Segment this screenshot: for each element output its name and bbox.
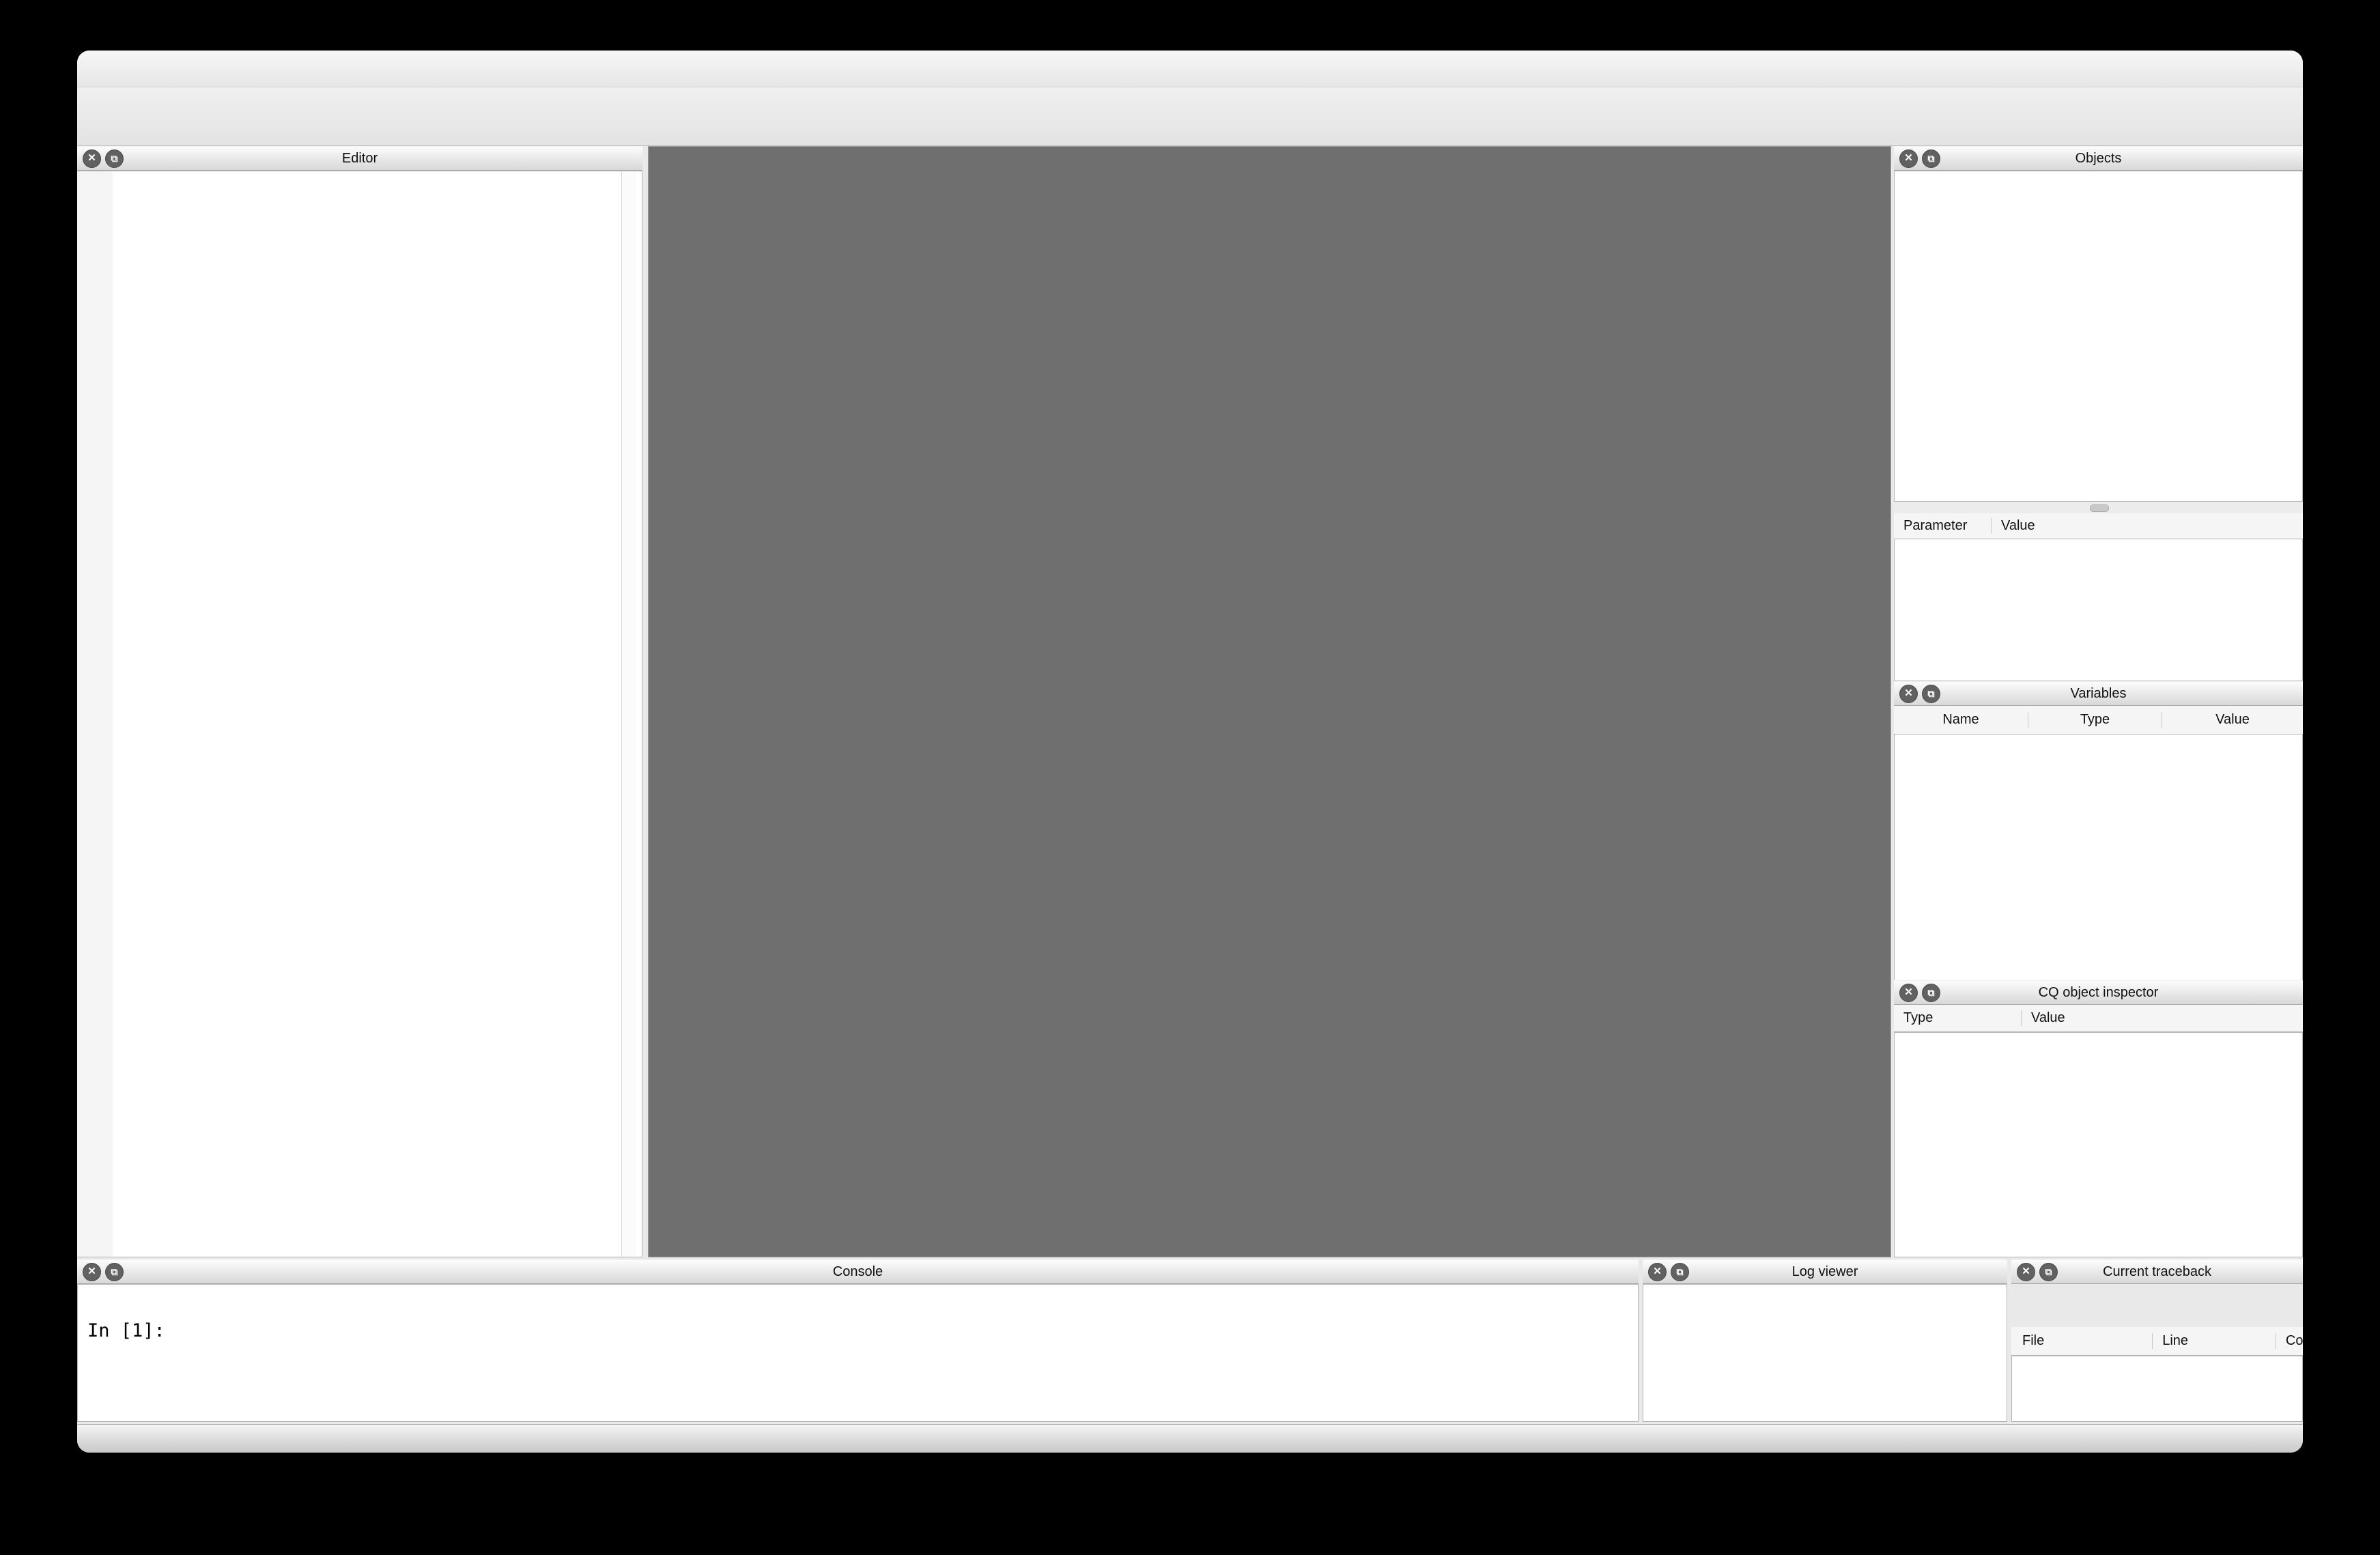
- inspector-panel-title: CQ object inspector: [1894, 985, 2303, 1001]
- log-panel-title: Log viewer: [1643, 1264, 2007, 1280]
- 3d-viewport[interactable]: [648, 146, 1891, 1257]
- type-column-label: Type: [2028, 712, 2162, 728]
- console-prompt: In [1]:: [87, 1320, 165, 1341]
- parameter-table[interactable]: [1894, 539, 2303, 681]
- inspector-panel-header: ✕ ⧉ CQ object inspector: [1894, 980, 2303, 1005]
- close-window-button[interactable]: [98, 60, 115, 78]
- line-column-label: Line: [2152, 1333, 2276, 1349]
- status-bar: [77, 1424, 2303, 1453]
- variables-table-header: Name Type Value: [1894, 706, 2303, 734]
- titlebar[interactable]: [77, 51, 2303, 87]
- toolbar: [77, 87, 2303, 146]
- 3d-scene: [649, 147, 1892, 1258]
- objects-tree: [1894, 171, 2303, 502]
- traceback-table-header: File Line Co: [2011, 1327, 2303, 1356]
- type-column-label: Type: [1894, 1010, 2021, 1026]
- variables-panel-header: ✕ ⧉ Variables: [1894, 681, 2303, 706]
- app-window: ✕ ⧉ Editor ✕ ⧉ Objects Parameter Value ✕…: [77, 51, 2303, 1453]
- parameter-table-header: Parameter Value: [1894, 513, 2303, 539]
- code-editor[interactable]: [77, 171, 642, 1257]
- code-column-label: Co: [2276, 1333, 2303, 1349]
- line-number-gutter: [77, 171, 113, 1257]
- inspector-table[interactable]: [1894, 1032, 2303, 1257]
- log-viewer[interactable]: [1643, 1284, 2007, 1422]
- log-panel-header: ✕ ⧉ Log viewer: [1643, 1259, 2007, 1284]
- editor-scrollbar[interactable]: [621, 171, 636, 1257]
- parameter-column-label: Parameter: [1894, 518, 1991, 534]
- value-column-label: Value: [2162, 712, 2303, 728]
- traceback-panel-header: ✕ ⧉ Current traceback: [2011, 1259, 2303, 1284]
- file-column-label: File: [2011, 1333, 2152, 1349]
- objects-panel-title: Objects: [1894, 151, 2303, 167]
- traceback-panel-title: Current traceback: [2011, 1264, 2303, 1280]
- console[interactable]: In [1]:: [77, 1284, 1639, 1422]
- console-panel-title: Console: [77, 1264, 1639, 1280]
- objects-splitter[interactable]: [1894, 502, 2303, 513]
- minimize-window-button[interactable]: [124, 60, 141, 78]
- zoom-window-button[interactable]: [150, 60, 167, 78]
- objects-panel-header: ✕ ⧉ Objects: [1894, 146, 2303, 171]
- console-panel-header: ✕ ⧉ Console: [77, 1259, 1639, 1284]
- editor-panel-title: Editor: [77, 151, 642, 167]
- value-column-label: Value: [1991, 518, 2035, 534]
- variables-table[interactable]: [1894, 734, 2303, 980]
- variables-panel-title: Variables: [1894, 686, 2303, 702]
- editor-panel-header: ✕ ⧉ Editor: [77, 146, 642, 171]
- value-column-label: Value: [2021, 1010, 2065, 1026]
- traceback-table[interactable]: [2011, 1356, 2303, 1422]
- name-column-label: Name: [1894, 712, 2028, 728]
- inspector-table-header: Type Value: [1894, 1005, 2303, 1032]
